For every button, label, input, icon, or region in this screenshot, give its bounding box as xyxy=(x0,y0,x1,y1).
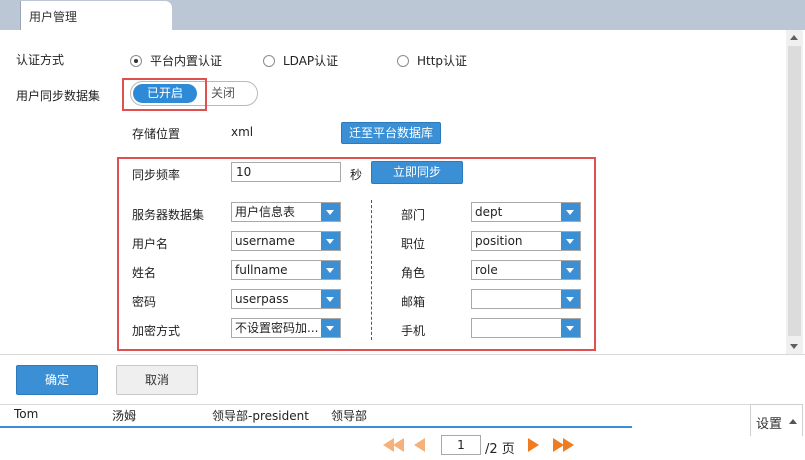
sync-now-button[interactable]: 立即同步 xyxy=(371,161,463,184)
last-page-icon[interactable] xyxy=(553,438,575,452)
page-number-input[interactable]: 1 xyxy=(441,435,481,455)
storage-value: xml xyxy=(231,125,254,139)
sync-unit-label: 秒 xyxy=(350,168,363,182)
dropdown-arrow-icon[interactable] xyxy=(321,290,340,308)
mobile-label: 手机 xyxy=(401,324,426,338)
dropdown-arrow-icon[interactable] xyxy=(321,319,340,337)
settings-button[interactable]: 设置 xyxy=(750,404,803,436)
scroll-down-arrow-icon[interactable] xyxy=(786,338,803,354)
toggle-on-label[interactable]: 已开启 xyxy=(133,84,197,103)
sync-frequency-label: 同步频率 xyxy=(132,168,181,182)
radio-builtin-auth[interactable]: 平台内置认证 xyxy=(130,52,222,69)
dropdown-arrow-icon[interactable] xyxy=(561,232,580,250)
sync-dataset-toggle[interactable]: 已开启 关闭 xyxy=(130,81,258,106)
fullname-label: 姓名 xyxy=(132,266,157,280)
scroll-up-arrow-icon[interactable] xyxy=(786,30,803,46)
migrate-button[interactable]: 迁至平台数据库 xyxy=(341,122,441,144)
fullname-select[interactable]: fullname xyxy=(231,260,341,280)
cancel-button[interactable]: 取消 xyxy=(116,365,198,395)
role-select[interactable]: role xyxy=(471,260,581,280)
dropdown-arrow-icon[interactable] xyxy=(321,261,340,279)
dropdown-arrow-icon[interactable] xyxy=(561,261,580,279)
first-page-icon[interactable] xyxy=(383,438,405,452)
radio-ldap-auth[interactable]: LDAP认证 xyxy=(263,52,338,69)
mobile-select[interactable] xyxy=(471,318,581,338)
role-label: 角色 xyxy=(401,266,426,280)
dropdown-arrow-icon[interactable] xyxy=(561,319,580,337)
table-cell-dept-position: 领导部-president xyxy=(212,409,309,423)
table-selected-underline xyxy=(0,426,632,428)
password-label: 密码 xyxy=(132,295,157,309)
prev-page-icon[interactable] xyxy=(414,438,426,452)
table-cell-dept: 领导部 xyxy=(331,409,368,423)
radio-selected-icon xyxy=(130,54,142,67)
dept-label: 部门 xyxy=(401,208,426,222)
dropdown-arrow-icon[interactable] xyxy=(561,203,580,221)
sync-dataset-label: 用户同步数据集 xyxy=(16,89,101,103)
email-select[interactable] xyxy=(471,289,581,309)
server-dataset-select[interactable]: 用户信息表 xyxy=(231,202,341,222)
table-cell-username: Tom xyxy=(14,407,39,421)
server-dataset-label: 服务器数据集 xyxy=(132,208,205,222)
next-page-icon[interactable] xyxy=(528,438,540,452)
caret-up-icon xyxy=(789,419,797,424)
position-label: 职位 xyxy=(401,237,426,251)
dropdown-arrow-icon[interactable] xyxy=(321,232,340,250)
tab-user-management[interactable]: 用户管理 xyxy=(20,1,172,30)
radio-http-auth[interactable]: Http认证 xyxy=(397,52,467,69)
toggle-off-label[interactable]: 关闭 xyxy=(211,82,235,105)
radio-unselected-icon xyxy=(263,54,275,67)
username-label: 用户名 xyxy=(132,237,169,251)
footer-divider xyxy=(0,354,805,355)
storage-label: 存储位置 xyxy=(132,127,181,141)
confirm-button[interactable]: 确定 xyxy=(16,365,98,395)
page-total-label: /2 页 xyxy=(485,442,515,457)
scroll-thumb[interactable] xyxy=(788,46,801,336)
vertical-scrollbar[interactable] xyxy=(786,30,803,354)
settings-label: 设置 xyxy=(756,417,783,432)
dropdown-arrow-icon[interactable] xyxy=(321,203,340,221)
tab-label: 用户管理 xyxy=(29,10,78,24)
radio-unselected-icon xyxy=(397,54,409,67)
username-select[interactable]: username xyxy=(231,231,341,251)
column-divider xyxy=(371,200,372,340)
dept-select[interactable]: dept xyxy=(471,202,581,222)
encryption-select[interactable]: 不设置密码加... xyxy=(231,318,341,338)
table-top-border xyxy=(0,404,750,405)
password-select[interactable]: userpass xyxy=(231,289,341,309)
position-select[interactable]: position xyxy=(471,231,581,251)
table-cell-fullname: 汤姆 xyxy=(112,409,137,423)
email-label: 邮箱 xyxy=(401,295,426,309)
sync-frequency-input[interactable]: 10 xyxy=(231,162,341,182)
dropdown-arrow-icon[interactable] xyxy=(561,290,580,308)
encryption-label: 加密方式 xyxy=(132,324,181,338)
auth-method-label: 认证方式 xyxy=(16,53,65,67)
